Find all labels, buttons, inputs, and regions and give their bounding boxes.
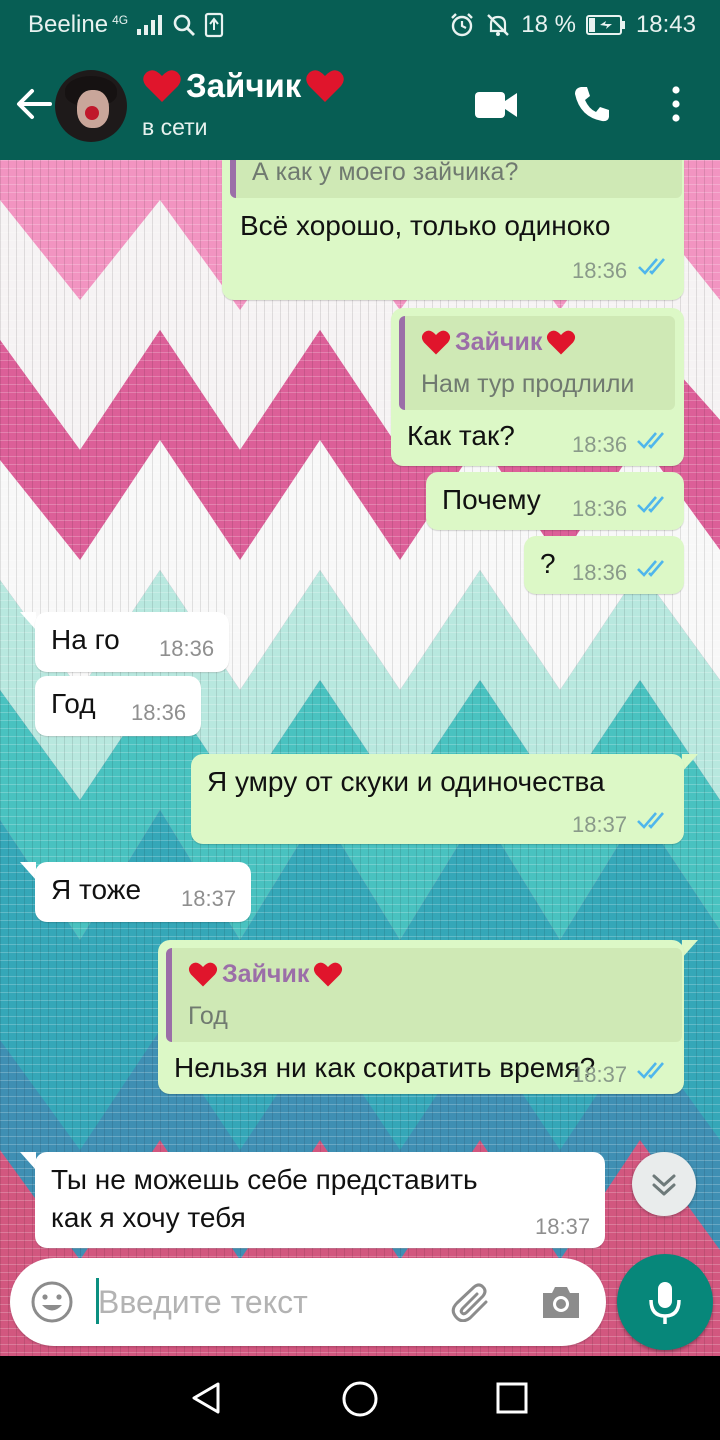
message-text: Почему xyxy=(442,484,541,515)
message-time: 18:37 xyxy=(181,886,237,911)
video-call-icon[interactable] xyxy=(474,90,518,120)
message-time: 18:36 xyxy=(572,496,628,521)
message-incoming[interactable]: Год 18:36 xyxy=(35,676,201,736)
read-ticks-icon xyxy=(637,812,664,829)
quoted-author: Зайчик xyxy=(421,328,576,357)
message-outgoing[interactable]: Почему 18:36 xyxy=(426,472,684,530)
microphone-icon xyxy=(649,1282,681,1324)
battery-percent: 18 % xyxy=(521,11,576,38)
message-time: 18:36 xyxy=(159,636,215,661)
contact-info[interactable]: Зайчик в сети xyxy=(142,66,345,141)
nav-back-icon[interactable] xyxy=(188,1380,224,1416)
presence-status: в сети xyxy=(142,114,208,140)
read-ticks-icon xyxy=(638,258,665,275)
contact-avatar[interactable] xyxy=(55,70,127,142)
message-text: Я тоже xyxy=(51,874,142,905)
heart-icon xyxy=(143,70,181,102)
message-incoming[interactable]: На го 18:36 xyxy=(35,612,229,672)
message-text: Всё хорошо, только одиноко xyxy=(240,210,611,241)
message-incoming[interactable]: Я тоже 18:37 xyxy=(35,862,251,922)
message-text-line-2: как я хочу тебя xyxy=(51,1202,246,1233)
message-input-placeholder[interactable]: Введите текст xyxy=(98,1284,308,1321)
contact-name-text: Зайчик xyxy=(186,67,302,104)
message-text: Я умру от скуки и одиночества xyxy=(207,766,605,797)
phone-call-icon[interactable] xyxy=(572,84,612,124)
message-time: 18:36 xyxy=(572,258,628,283)
message-text: Как так? xyxy=(407,420,515,451)
back-arrow-icon[interactable] xyxy=(14,84,54,124)
network-type: 4G xyxy=(112,13,129,27)
quoted-message[interactable]: Зайчик Нам тур продлили xyxy=(399,316,675,410)
clock: 18:43 xyxy=(635,11,696,38)
bubble-tail xyxy=(20,862,36,880)
bubble-tail xyxy=(682,754,698,772)
sim-icon xyxy=(204,12,224,38)
bubble-tail xyxy=(682,940,698,958)
system-navigation-bar xyxy=(0,1356,720,1440)
battery-icon xyxy=(585,15,625,35)
message-time: 18:36 xyxy=(572,560,628,585)
message-text: Нельзя ни как сократить время? xyxy=(174,1052,596,1083)
search-icon xyxy=(173,14,196,36)
quoted-text: Нам тур продлили xyxy=(421,370,635,398)
chat-area[interactable]: А как у моего зайчика? Всё хорошо, тольк… xyxy=(0,160,720,1356)
heart-icon xyxy=(306,70,345,102)
read-ticks-icon xyxy=(637,432,664,449)
heart-icon xyxy=(421,330,451,355)
message-text: Год xyxy=(51,688,96,719)
camera-icon[interactable] xyxy=(540,1284,582,1320)
double-chevron-down-icon xyxy=(652,1174,676,1196)
message-outgoing[interactable]: Зайчик Год Нельзя ни как сократить время… xyxy=(158,940,684,1094)
signal-icon xyxy=(137,15,163,35)
scroll-to-bottom-button[interactable] xyxy=(632,1152,696,1216)
bubble-tail xyxy=(20,1152,36,1170)
quoted-text: Год xyxy=(188,1002,228,1030)
chat-header: Зайчик в сети xyxy=(0,48,720,160)
emoji-icon[interactable] xyxy=(30,1280,74,1324)
contact-name: Зайчик xyxy=(142,66,345,106)
message-time: 18:37 xyxy=(572,1062,628,1087)
message-outgoing[interactable]: ? 18:36 xyxy=(524,536,684,594)
message-outgoing[interactable]: Я умру от скуки и одиночества 18:37 xyxy=(191,754,684,844)
message-time: 18:37 xyxy=(535,1214,591,1239)
heart-icon xyxy=(314,962,343,987)
read-ticks-icon xyxy=(637,560,664,577)
carrier-name: Beeline xyxy=(28,11,109,38)
alarm-icon xyxy=(451,13,474,37)
quoted-text: А как у моего зайчика? xyxy=(252,160,519,186)
quoted-message[interactable]: А как у моего зайчика? xyxy=(230,160,682,198)
attach-icon[interactable] xyxy=(450,1282,494,1322)
voice-record-button[interactable] xyxy=(617,1254,713,1350)
heart-icon xyxy=(547,330,576,355)
nav-recents-icon[interactable] xyxy=(496,1382,528,1414)
message-composer[interactable]: Введите текст xyxy=(10,1258,606,1346)
bubble-tail xyxy=(20,612,36,630)
message-time: 18:36 xyxy=(131,700,187,725)
message-text: ? xyxy=(540,548,556,579)
message-outgoing[interactable]: Зайчик Нам тур продлили Как так? 18:36 xyxy=(391,308,684,466)
message-time: 18:36 xyxy=(572,432,628,457)
status-bar: Beeline 4G 18 % 18:43 xyxy=(0,0,720,48)
muted-bell-icon xyxy=(487,14,510,36)
message-time: 18:37 xyxy=(572,812,628,837)
read-ticks-icon xyxy=(637,496,664,513)
message-outgoing[interactable]: А как у моего зайчика? Всё хорошо, тольк… xyxy=(222,160,684,300)
quoted-message[interactable]: Зайчик Год xyxy=(166,948,682,1042)
heart-icon xyxy=(188,962,218,987)
read-ticks-icon xyxy=(637,1062,664,1079)
message-text: На го xyxy=(51,624,120,655)
message-text-line-1: Ты не можешь себе представить xyxy=(51,1164,478,1195)
nav-home-icon[interactable] xyxy=(341,1380,379,1418)
more-options-icon[interactable] xyxy=(668,86,684,122)
message-incoming[interactable]: Ты не можешь себе представить как я хочу… xyxy=(35,1152,605,1248)
quoted-author: Зайчик xyxy=(188,960,343,989)
